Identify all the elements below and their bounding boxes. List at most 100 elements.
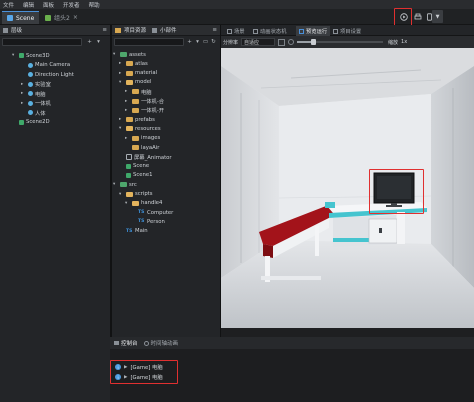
preview-viewport[interactable] [221,48,474,328]
asset-item-label: atlas [135,60,148,67]
menu-file[interactable]: 文件 [3,1,14,9]
widget-icon [152,27,158,33]
caret-down-icon: ▼ [435,13,440,20]
asset-item-label: 电脑 [141,89,152,96]
caret-icon[interactable]: ▾ [113,182,118,187]
asset-item[interactable]: TS Person [131,217,165,226]
device-dropdown[interactable]: ▼ [432,10,443,23]
hierarchy-item[interactable]: Direction Light [21,70,74,79]
typescript-icon: TS [126,228,133,234]
caret-icon[interactable]: ▾ [113,52,118,57]
view-tab[interactable]: 动画状态机 [250,26,290,36]
asset-item[interactable]: TS Computer [131,208,173,217]
folder-icon [132,107,139,113]
build-button[interactable] [412,10,424,23]
add-node-icon[interactable]: + [86,38,93,45]
asset-item[interactable]: 屏幕_Animator [119,152,172,161]
filter-icon[interactable]: ▾ [95,38,102,45]
caret-icon[interactable]: ▸ [21,82,26,87]
asset-item[interactable]: ▸ material [119,69,157,78]
caret-icon[interactable]: ▸ [21,101,26,106]
caret-icon[interactable]: ▾ [125,201,130,206]
console-logs-highlight [110,360,178,384]
tab-console[interactable]: 控制台 [114,339,138,347]
hierarchy-item[interactable]: Main Camera [21,61,70,70]
tab-project-assets[interactable]: 项目资源 [124,26,146,34]
hierarchy-item[interactable]: Scene2D [12,118,50,127]
asset-item[interactable]: ▾ src [113,180,137,189]
menu-icon[interactable]: ≡ [212,27,217,33]
caret-icon[interactable]: ▸ [125,99,130,104]
menu-edit[interactable]: 编辑 [23,1,34,9]
scene-icon [126,163,131,169]
view-tab[interactable]: 预览运行 [296,26,331,36]
close-icon[interactable]: × [73,14,78,21]
zoom-slider-handle[interactable] [311,39,317,45]
asset-item[interactable]: ▸ atlas [119,59,148,68]
caret-icon[interactable]: ▸ [119,71,124,76]
hierarchy-item[interactable]: ▸ 电脑 [21,89,46,98]
resolution-select[interactable]: 自适应 [241,38,276,46]
node-icon [28,81,33,87]
tab-scene[interactable]: Scene [2,11,40,24]
asset-item[interactable]: ▾ model [119,78,152,87]
assets-search-input[interactable] [114,38,184,46]
asset-item[interactable]: ▸ 一体机-合 [125,97,164,106]
folder-icon [120,182,127,188]
folder-icon [120,52,127,57]
menu-icon[interactable]: ≡ [102,27,107,33]
view-tab[interactable]: 项目设置 [330,26,364,36]
tab-timeline[interactable]: 时间轴动画 [143,339,178,347]
asset-item[interactable]: ▸ 电脑 [125,87,152,96]
caret-icon[interactable]: ▾ [119,80,124,85]
caret-icon[interactable]: ▾ [12,53,17,58]
menu-developer[interactable]: 开发者 [63,1,80,9]
asset-item-label: Scene1 [133,172,153,179]
folder-open-icon[interactable]: ▭ [202,38,209,45]
asset-item[interactable]: ▸ 一体机-开 [125,106,164,115]
caret-icon[interactable]: ▸ [119,117,124,122]
view-tab[interactable]: 场景 [224,26,248,36]
filter-icon[interactable]: ▾ [194,38,201,45]
add-asset-icon[interactable]: + [186,38,193,45]
asset-item[interactable]: layaAir [125,143,159,152]
asset-item[interactable]: ▾ resources [119,124,161,133]
asset-item[interactable]: ▸ images [125,134,160,143]
hierarchy-item-label: 人体 [35,110,46,117]
hierarchy-item[interactable]: 人体 [21,108,46,117]
asset-item[interactable]: ▸ prefabs [119,115,155,124]
hierarchy-item[interactable]: ▾ Scene3D [12,51,50,60]
hierarchy-item[interactable]: ▸ 实验室 [21,80,51,89]
tab-prefab[interactable]: 组头2 × [40,11,83,24]
caret-icon[interactable]: ▸ [125,136,130,141]
asset-item[interactable]: Scene1 [119,171,153,180]
asset-item[interactable]: TS Main [119,227,148,236]
asset-item-label: layaAir [141,144,160,151]
caret-icon[interactable]: ▸ [119,61,124,66]
asset-item-label: images [141,135,161,142]
caret-icon[interactable]: ▸ [125,108,130,113]
caret-icon[interactable]: ▾ [119,126,124,131]
rotate-icon[interactable] [278,38,286,46]
tab-widgets[interactable]: 小部件 [160,26,177,34]
caret-icon[interactable]: ▸ [125,89,130,94]
scene-icon [19,119,24,125]
asset-item[interactable]: ▾ scripts [119,190,153,199]
typescript-icon: TS [138,210,145,216]
menu-help[interactable]: 帮助 [89,1,100,9]
printer-icon [414,13,422,19]
caret-icon[interactable]: ▸ [21,91,26,96]
refresh-icon[interactable]: ↻ [210,38,217,45]
asset-item[interactable]: ▾ assets [113,50,146,59]
hierarchy-item[interactable]: ▸ 一体机 [21,99,51,108]
asset-item[interactable]: ▾ handle4 [125,199,162,208]
view-tab-label: 项目设置 [340,29,362,35]
asset-item[interactable]: Scene [119,162,149,171]
menu-panel[interactable]: 面板 [43,1,54,9]
zoom-icon[interactable] [288,39,295,45]
caret-icon[interactable]: ▾ [119,192,124,197]
folder-open-icon [126,191,133,197]
zoom-value: 1x [401,39,408,45]
zoom-slider[interactable] [297,39,384,45]
hierarchy-search-input[interactable] [2,38,82,46]
